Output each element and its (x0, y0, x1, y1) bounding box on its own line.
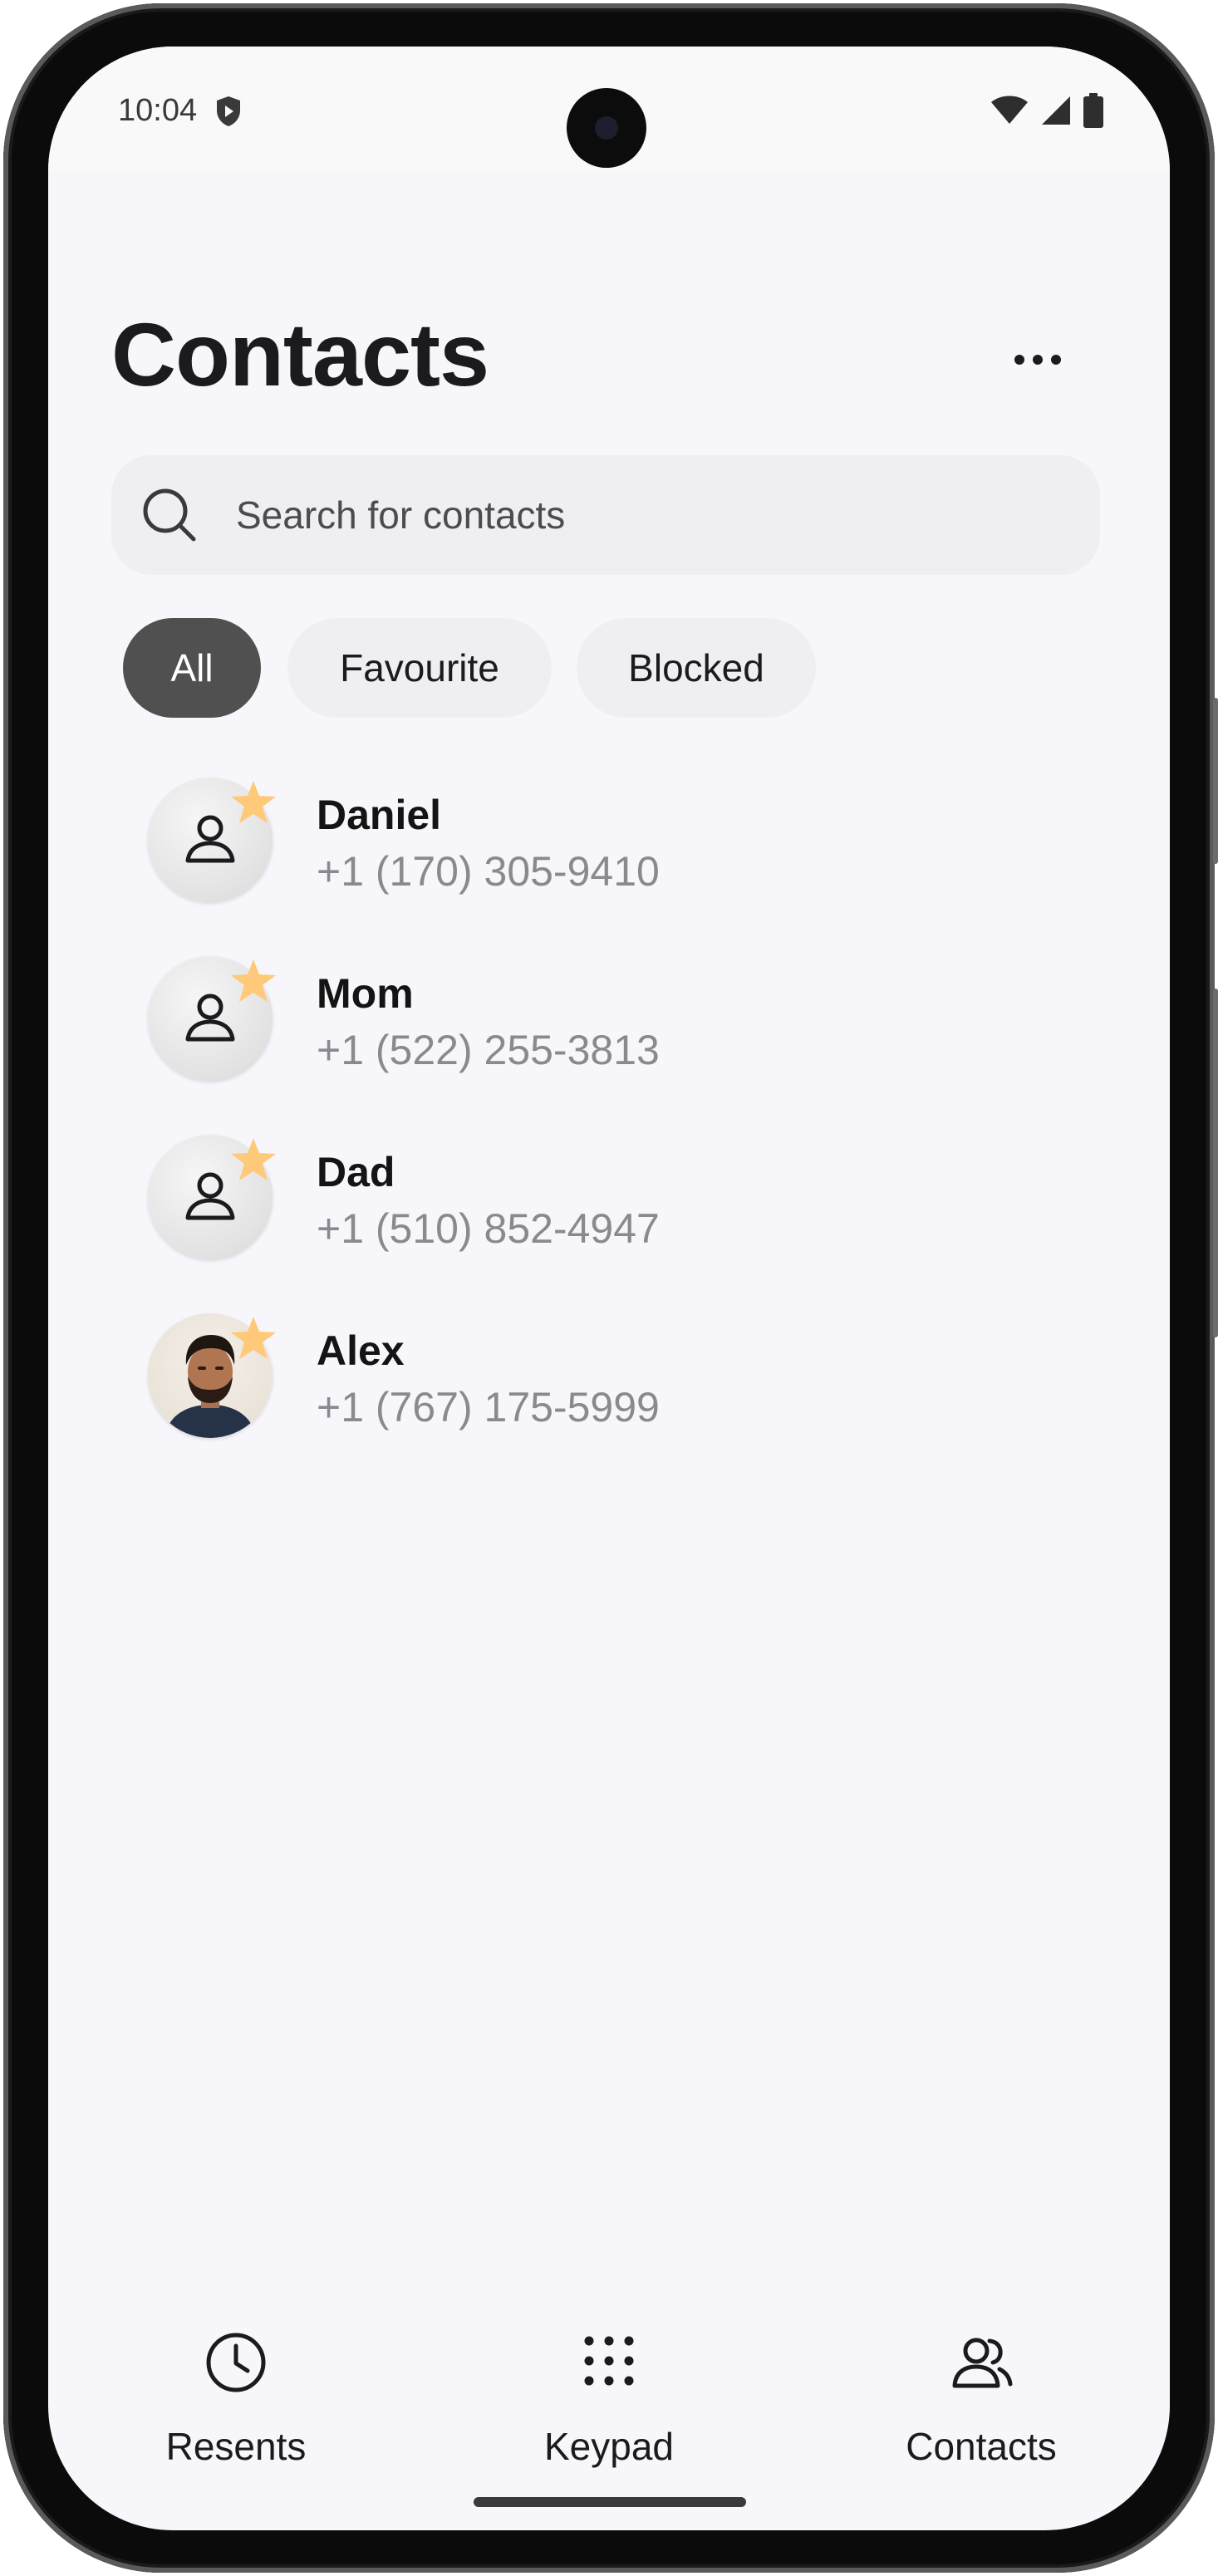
contact-name: Alex (317, 1327, 405, 1374)
contact-row-daniel[interactable]: Daniel +1 (170) 305-9410 (148, 778, 979, 910)
home-indicator[interactable] (474, 2497, 746, 2507)
nav-label-resents: Resents (165, 2425, 307, 2468)
signal-icon (1040, 95, 1072, 130)
people-icon (948, 2329, 1014, 2400)
filter-chip-blocked[interactable]: Blocked (577, 618, 816, 718)
favourite-star-icon (229, 1136, 277, 1187)
volume-button (1213, 989, 1218, 1337)
screen: 10:04 Contacts Search for contacts All F… (48, 47, 1170, 2530)
dialpad-icon (576, 2329, 642, 2400)
search-input[interactable] (236, 455, 1067, 575)
contact-phone: +1 (510) 852-4947 (317, 1205, 660, 1252)
filter-chip-all[interactable]: All (123, 618, 261, 718)
status-time: 10:04 (118, 93, 198, 128)
contact-row-mom[interactable]: Mom +1 (522) 255-3813 (148, 956, 979, 1089)
contact-name: Daniel (317, 792, 442, 838)
nav-label-keypad: Keypad (543, 2425, 674, 2468)
favourite-star-icon (229, 958, 277, 1008)
more-horizontal-icon (1014, 355, 1024, 365)
contact-row-alex[interactable]: Alex +1 (767) 175-5999 (148, 1313, 979, 1446)
battery-icon (1083, 93, 1103, 132)
shield-play-icon (214, 95, 243, 132)
search-icon (138, 483, 201, 551)
wifi-icon (990, 96, 1029, 130)
favourite-star-icon (229, 1315, 277, 1366)
contact-row-dad[interactable]: Dad +1 (510) 852-4947 (148, 1135, 979, 1268)
contact-phone: +1 (170) 305-9410 (317, 848, 660, 895)
power-button (1213, 698, 1218, 864)
phone-device: 10:04 Contacts Search for contacts All F… (0, 0, 1218, 2576)
contact-name: Dad (317, 1149, 395, 1195)
page-title: Contacts (111, 304, 489, 405)
status-bar: 10:04 (48, 47, 1170, 171)
contact-phone: +1 (522) 255-3813 (317, 1027, 660, 1073)
nav-item-resents[interactable]: Resents (128, 2306, 344, 2472)
more-options-button[interactable] (1009, 347, 1067, 372)
nav-item-contacts[interactable]: Contacts (873, 2306, 1089, 2472)
search-bar[interactable] (111, 455, 1100, 575)
nav-label-contacts: Contacts (906, 2425, 1057, 2468)
front-camera (567, 88, 646, 168)
nav-item-keypad[interactable]: Keypad (501, 2306, 717, 2472)
filter-chip-favourite[interactable]: Favourite (287, 618, 552, 718)
contact-phone: +1 (767) 175-5999 (317, 1384, 660, 1430)
contact-name: Mom (317, 970, 414, 1017)
clock-icon (203, 2329, 269, 2400)
favourite-star-icon (229, 779, 277, 830)
status-icons (990, 93, 1103, 132)
